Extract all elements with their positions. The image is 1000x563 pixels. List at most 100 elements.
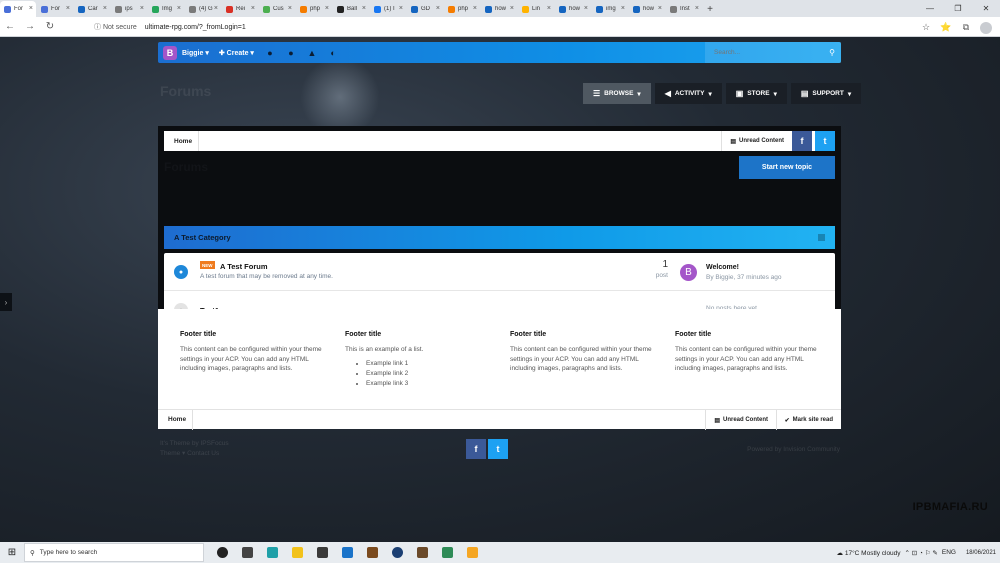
- mail-icon[interactable]: [335, 542, 360, 563]
- footer-twitter-button[interactable]: t: [488, 439, 508, 459]
- nav-item-browse[interactable]: ☰ BROWSE ▾: [583, 83, 651, 104]
- app-icon-4[interactable]: [435, 542, 460, 563]
- site-search-input[interactable]: [705, 42, 841, 63]
- category-title[interactable]: A Test Category: [174, 233, 231, 242]
- toggle-icon[interactable]: ◐: [328, 48, 338, 58]
- clock[interactable]: 18/06/2021: [966, 549, 996, 557]
- favorites-icon[interactable]: ⭐: [938, 19, 954, 35]
- breadcrumb-home[interactable]: Home: [164, 131, 199, 151]
- browser-tab[interactable]: php ×: [444, 1, 480, 17]
- tab-close-icon[interactable]: ×: [29, 5, 33, 12]
- warning-icon[interactable]: ▲: [307, 48, 317, 58]
- tab-close-icon[interactable]: ×: [325, 5, 329, 12]
- profile-avatar[interactable]: [978, 19, 994, 35]
- start-new-topic-button[interactable]: Start new topic: [739, 156, 835, 179]
- favorite-star-icon[interactable]: ☆: [918, 19, 934, 35]
- last-poster-avatar[interactable]: B: [680, 264, 697, 281]
- browser-tab[interactable]: Lin ×: [518, 1, 554, 17]
- language-indicator[interactable]: ENG: [942, 549, 956, 556]
- browser-tab[interactable]: how ×: [629, 1, 665, 17]
- facebook-share-button[interactable]: f: [792, 131, 812, 151]
- category-collapse-toggle[interactable]: [818, 234, 825, 241]
- start-button[interactable]: ⊞: [0, 542, 24, 563]
- tab-close-icon[interactable]: ×: [584, 5, 588, 12]
- browser-tab[interactable]: how ×: [481, 1, 517, 17]
- browser-tab[interactable]: how ×: [555, 1, 591, 17]
- maximize-button[interactable]: ❐: [944, 0, 972, 16]
- tab-close-icon[interactable]: ×: [399, 5, 403, 12]
- browser-tab[interactable]: Inst ×: [666, 1, 702, 17]
- browser-tab[interactable]: img ×: [592, 1, 628, 17]
- browser-tab[interactable]: php ×: [296, 1, 332, 17]
- url-field[interactable]: ⓘ Not secure ultimate-rpg.com/?_fromLogi…: [94, 20, 864, 34]
- app-icon-3[interactable]: [410, 542, 435, 563]
- new-tab-button[interactable]: +: [703, 1, 717, 17]
- app-icon-5[interactable]: [460, 542, 485, 563]
- nav-item-support[interactable]: ▤ SUPPORT ▾: [790, 83, 862, 104]
- app-icon-2[interactable]: [385, 542, 410, 563]
- tab-close-icon[interactable]: ×: [621, 5, 625, 12]
- footer-unread-content-button[interactable]: ▤ Unread Content: [705, 410, 776, 430]
- taskbar-search[interactable]: ⚲ Type here to search: [24, 543, 204, 562]
- app-icon-1[interactable]: [360, 542, 385, 563]
- browser-tab[interactable]: For ×: [0, 1, 36, 17]
- weather-widget[interactable]: ☁ 17°C Mostly cloudy: [837, 549, 901, 557]
- side-panel-toggle[interactable]: ›: [0, 293, 12, 311]
- globe-icon[interactable]: ●: [265, 48, 275, 58]
- tab-close-icon[interactable]: ×: [436, 5, 440, 12]
- tab-close-icon[interactable]: ×: [66, 5, 70, 12]
- store-icon[interactable]: [310, 542, 335, 563]
- search-icon[interactable]: ⚲: [829, 48, 835, 57]
- unread-content-button[interactable]: ▤ Unread Content: [721, 131, 792, 151]
- edge-icon[interactable]: [260, 542, 285, 563]
- forward-button[interactable]: →: [20, 17, 40, 37]
- nav-item-store[interactable]: ▣ STORE ▾: [725, 83, 787, 104]
- browser-tab[interactable]: Rei ×: [222, 1, 258, 17]
- tab-close-icon[interactable]: ×: [288, 5, 292, 12]
- explorer-icon[interactable]: [285, 542, 310, 563]
- footer-link[interactable]: Example link 1: [366, 359, 490, 369]
- footer-link[interactable]: Example link 2: [366, 369, 490, 379]
- footer-facebook-button[interactable]: f: [466, 439, 486, 459]
- tab-close-icon[interactable]: ×: [473, 5, 477, 12]
- browser-tab[interactable]: (1) I ×: [370, 1, 406, 17]
- powered-by-text[interactable]: Powered by Invision Community: [747, 446, 840, 453]
- tab-close-icon[interactable]: ×: [177, 5, 181, 12]
- chat-icon[interactable]: ●: [286, 48, 296, 58]
- browser-tab[interactable]: Car ×: [74, 1, 110, 17]
- footer-link[interactable]: Example link 3: [366, 379, 490, 389]
- browser-tab[interactable]: Img ×: [148, 1, 184, 17]
- browser-tab[interactable]: Ball ×: [333, 1, 369, 17]
- minimize-button[interactable]: —: [916, 0, 944, 16]
- nav-item-activity[interactable]: ◀ ACTIVITY ▾: [654, 83, 722, 104]
- browser-tab[interactable]: ips ×: [111, 1, 147, 17]
- tab-close-icon[interactable]: ×: [103, 5, 107, 12]
- theme-contact-links[interactable]: Theme ▾ Contact Us: [160, 449, 229, 459]
- tab-close-icon[interactable]: ×: [251, 5, 255, 12]
- not-secure-indicator[interactable]: ⓘ Not secure: [94, 22, 137, 32]
- back-button[interactable]: ←: [0, 17, 20, 37]
- close-window-button[interactable]: ✕: [972, 0, 1000, 16]
- user-avatar[interactable]: B: [163, 45, 177, 60]
- tab-close-icon[interactable]: ×: [547, 5, 551, 12]
- tab-close-icon[interactable]: ×: [140, 5, 144, 12]
- tray-icons[interactable]: ⌃ ⊡ ◔ ⚐ ✎: [905, 549, 938, 557]
- browser-tab[interactable]: Cus ×: [259, 1, 295, 17]
- user-menu[interactable]: Biggie ▾: [182, 49, 209, 57]
- tab-close-icon[interactable]: ×: [214, 5, 218, 12]
- twitter-share-button[interactable]: t: [815, 131, 835, 151]
- cortana-icon[interactable]: [210, 542, 235, 563]
- last-post-title-link[interactable]: Welcome!: [706, 264, 739, 271]
- browser-tab[interactable]: For ×: [37, 1, 73, 17]
- reload-button[interactable]: ↻: [40, 17, 60, 37]
- collections-icon[interactable]: ⧉: [958, 19, 974, 35]
- task-view-icon[interactable]: [235, 542, 260, 563]
- theme-credit[interactable]: It's Theme by IPSFocus: [160, 439, 229, 449]
- browser-tab[interactable]: GD ×: [407, 1, 443, 17]
- tab-close-icon[interactable]: ×: [510, 5, 514, 12]
- browser-tab[interactable]: (4) G ×: [185, 1, 221, 17]
- tab-close-icon[interactable]: ×: [362, 5, 366, 12]
- tab-close-icon[interactable]: ×: [658, 5, 662, 12]
- forum-name-link[interactable]: A Test Forum: [220, 262, 268, 271]
- footer-breadcrumb-home[interactable]: Home: [158, 409, 193, 430]
